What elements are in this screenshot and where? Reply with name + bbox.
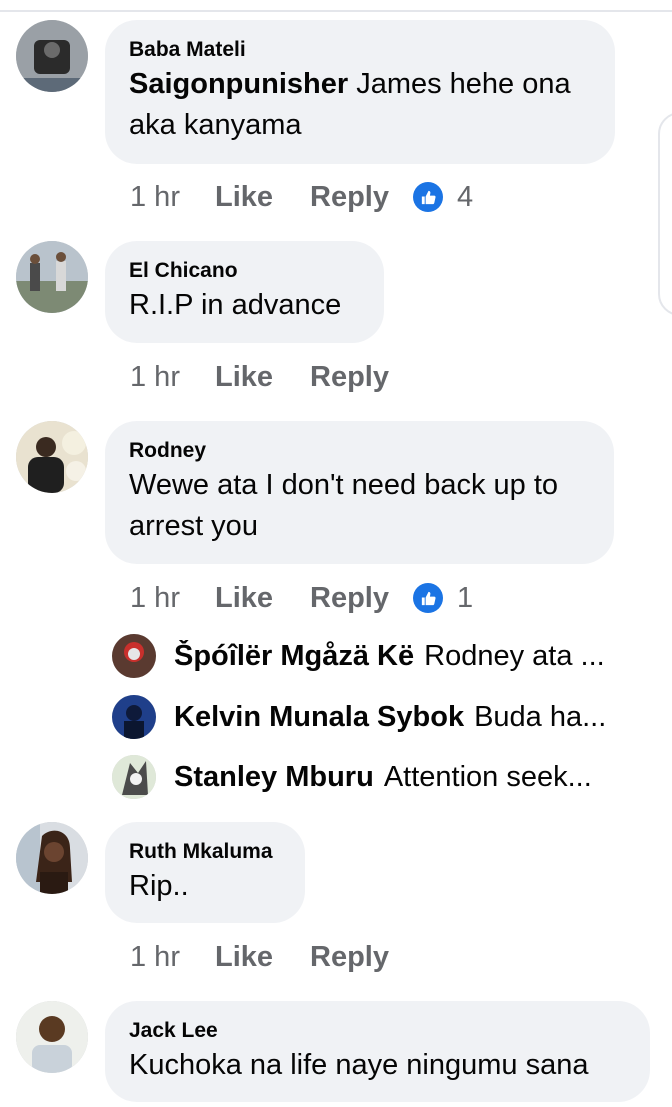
comment-text: Saigonpunisher James hehe ona aka kanyam… <box>129 64 591 146</box>
top-divider <box>0 10 672 12</box>
comment-actions: 1 hr Like Reply <box>130 937 426 977</box>
thumbs-up-icon <box>413 182 443 212</box>
reply-content: Kelvin Munala Sybok Buda ha... <box>174 701 606 734</box>
reply-preview[interactable]: Špóîlër Mgåzä Kë Rodney ata ... <box>112 634 632 678</box>
reply-button[interactable]: Reply <box>310 582 389 615</box>
like-button[interactable]: Like <box>215 941 273 974</box>
avatar[interactable] <box>112 634 156 678</box>
timestamp[interactable]: 1 hr <box>130 582 180 615</box>
timestamp[interactable]: 1 hr <box>130 941 180 974</box>
comment-actions: 1 hr Like Reply <box>130 357 426 397</box>
comment-actions: 1 hr Like Reply 1 <box>130 578 473 618</box>
avatar[interactable] <box>112 755 156 799</box>
comment-text: Kuchoka na life naye ningumu sana <box>129 1049 589 1081</box>
comment-text: R.I.P in advance <box>129 289 342 321</box>
reaction-summary[interactable]: 4 <box>413 181 473 214</box>
comment-author[interactable]: Baba Mateli <box>129 38 591 62</box>
mention-link[interactable]: Saigonpunisher <box>129 68 348 100</box>
reply-content: Špóîlër Mgåzä Kë Rodney ata ... <box>174 640 605 673</box>
reaction-count: 4 <box>457 180 474 213</box>
side-panel-edge <box>658 112 672 316</box>
reply-preview[interactable]: Kelvin Munala Sybok Buda ha... <box>112 695 632 739</box>
comment-author[interactable]: Ruth Mkaluma <box>129 840 281 864</box>
comment-author[interactable]: Rodney <box>129 439 590 463</box>
comment-bubble: Ruth Mkaluma Rip.. <box>105 822 305 923</box>
comment-author[interactable]: Jack Lee <box>129 1019 626 1043</box>
reply-text: Buda ha... <box>474 700 607 733</box>
comment-text: Wewe ata I don't need back up to arrest … <box>129 469 559 542</box>
reply-button[interactable]: Reply <box>310 361 389 394</box>
like-button[interactable]: Like <box>215 181 273 214</box>
timestamp[interactable]: 1 hr <box>130 181 180 214</box>
like-button[interactable]: Like <box>215 361 273 394</box>
comment-author[interactable]: El Chicano <box>129 259 360 283</box>
comment-bubble: El Chicano R.I.P in advance <box>105 241 384 343</box>
timestamp[interactable]: 1 hr <box>130 361 180 394</box>
avatar[interactable] <box>16 822 88 894</box>
avatar[interactable] <box>16 241 88 313</box>
comment-actions: 1 hr Like Reply 4 <box>130 177 473 217</box>
reply-content: Stanley Mburu Attention seek... <box>174 761 592 794</box>
reaction-count: 1 <box>457 581 474 614</box>
comment-bubble: Baba Mateli Saigonpunisher James hehe on… <box>105 20 615 164</box>
avatar[interactable] <box>16 1001 88 1073</box>
reply-button[interactable]: Reply <box>310 181 389 214</box>
reply-text: Attention seek... <box>383 760 592 793</box>
reply-button[interactable]: Reply <box>310 941 389 974</box>
comment-text: Rip.. <box>129 870 189 902</box>
reply-preview[interactable]: Stanley Mburu Attention seek... <box>112 755 632 799</box>
avatar[interactable] <box>112 695 156 739</box>
avatar[interactable] <box>16 421 88 493</box>
comment-bubble: Rodney Wewe ata I don't need back up to … <box>105 421 614 564</box>
reply-text: Rodney ata ... <box>424 639 605 672</box>
avatar[interactable] <box>16 20 88 92</box>
thumbs-up-icon <box>413 583 443 613</box>
like-button[interactable]: Like <box>215 582 273 615</box>
reply-author[interactable]: Špóîlër Mgåzä Kë <box>174 640 414 672</box>
reaction-summary[interactable]: 1 <box>413 582 473 615</box>
reply-author[interactable]: Stanley Mburu <box>174 761 374 793</box>
reply-author[interactable]: Kelvin Munala Sybok <box>174 701 464 733</box>
comment-bubble: Jack Lee Kuchoka na life naye ningumu sa… <box>105 1001 650 1102</box>
